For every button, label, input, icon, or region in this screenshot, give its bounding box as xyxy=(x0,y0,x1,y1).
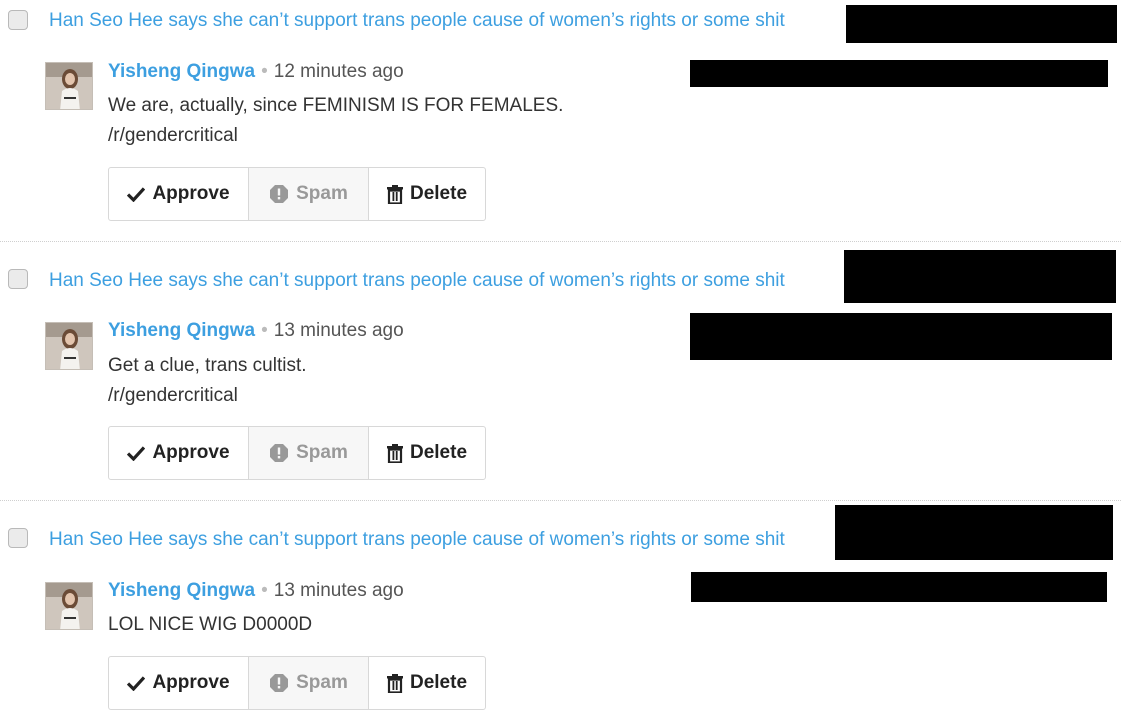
moderation-actions: Approve Spam Delete xyxy=(108,426,486,480)
approve-label: Approve xyxy=(152,442,230,463)
comment-line: LOL NICE WIG D0000D xyxy=(108,614,313,635)
select-checkbox[interactable] xyxy=(8,528,28,548)
comment-line: Get a clue, trans cultist. xyxy=(108,355,307,376)
avatar[interactable] xyxy=(45,62,93,110)
redaction-block xyxy=(846,5,1117,43)
approve-label: Approve xyxy=(152,183,230,204)
spam-button[interactable]: Spam xyxy=(248,168,368,220)
meta-separator: • xyxy=(261,320,268,341)
approve-button[interactable]: Approve xyxy=(109,168,248,220)
comment-meta: Yisheng Qingwa • 13 minutes ago xyxy=(108,580,404,602)
comment-line: /r/gendercritical xyxy=(108,125,238,146)
item-separator xyxy=(0,241,1121,242)
redaction-block xyxy=(691,572,1107,602)
redaction-block xyxy=(690,60,1108,87)
comment-body: LOL NICE WIG D0000D xyxy=(108,610,312,640)
delete-button[interactable]: Delete xyxy=(368,427,485,479)
trash-icon xyxy=(386,184,403,204)
select-checkbox[interactable] xyxy=(8,269,28,289)
comment-timestamp[interactable]: 12 minutes ago xyxy=(274,61,404,82)
approve-button[interactable]: Approve xyxy=(109,657,248,709)
moderation-actions: Approve Spam Delete xyxy=(108,656,486,710)
approve-label: Approve xyxy=(152,672,230,693)
exclamation-octagon-icon xyxy=(270,185,289,203)
comment-line: We are, actually, since FEMINISM IS FOR … xyxy=(108,95,564,116)
redaction-block xyxy=(844,250,1116,303)
spam-label: Spam xyxy=(296,442,348,463)
delete-label: Delete xyxy=(409,183,468,204)
spam-button[interactable]: Spam xyxy=(248,657,368,709)
meta-separator: • xyxy=(261,580,268,601)
spam-button[interactable]: Spam xyxy=(248,427,368,479)
delete-label: Delete xyxy=(409,442,468,463)
delete-label: Delete xyxy=(409,672,468,693)
comment-timestamp[interactable]: 13 minutes ago xyxy=(274,320,404,341)
check-icon xyxy=(127,676,146,691)
exclamation-octagon-icon xyxy=(270,674,289,692)
check-icon xyxy=(127,187,146,202)
comment-meta: Yisheng Qingwa • 13 minutes ago xyxy=(108,320,404,342)
comment-meta: Yisheng Qingwa • 12 minutes ago xyxy=(108,61,404,83)
item-separator xyxy=(0,500,1121,501)
post-title-link[interactable]: Han Seo Hee says she can’t support trans… xyxy=(49,10,785,32)
spam-label: Spam xyxy=(296,672,348,693)
delete-button[interactable]: Delete xyxy=(368,168,485,220)
delete-button[interactable]: Delete xyxy=(368,657,485,709)
comment-line: /r/gendercritical xyxy=(108,385,238,406)
avatar[interactable] xyxy=(45,582,93,630)
check-icon xyxy=(127,446,146,461)
spam-label: Spam xyxy=(296,183,348,204)
comment-body: Get a clue, trans cultist. /r/gendercrit… xyxy=(108,351,307,411)
redaction-block xyxy=(835,505,1113,560)
author-link[interactable]: Yisheng Qingwa xyxy=(108,320,255,341)
comment-timestamp[interactable]: 13 minutes ago xyxy=(274,580,404,601)
author-link[interactable]: Yisheng Qingwa xyxy=(108,61,255,82)
post-title-link[interactable]: Han Seo Hee says she can’t support trans… xyxy=(49,270,785,292)
exclamation-octagon-icon xyxy=(270,444,289,462)
post-title-link[interactable]: Han Seo Hee says she can’t support trans… xyxy=(49,529,785,551)
trash-icon xyxy=(386,673,403,693)
comment-body: We are, actually, since FEMINISM IS FOR … xyxy=(108,91,563,151)
meta-separator: • xyxy=(261,61,268,82)
select-checkbox[interactable] xyxy=(8,10,28,30)
approve-button[interactable]: Approve xyxy=(109,427,248,479)
author-link[interactable]: Yisheng Qingwa xyxy=(108,580,255,601)
redaction-block xyxy=(690,313,1112,360)
moderation-actions: Approve Spam Delete xyxy=(108,167,486,221)
avatar[interactable] xyxy=(45,322,93,370)
trash-icon xyxy=(386,443,403,463)
